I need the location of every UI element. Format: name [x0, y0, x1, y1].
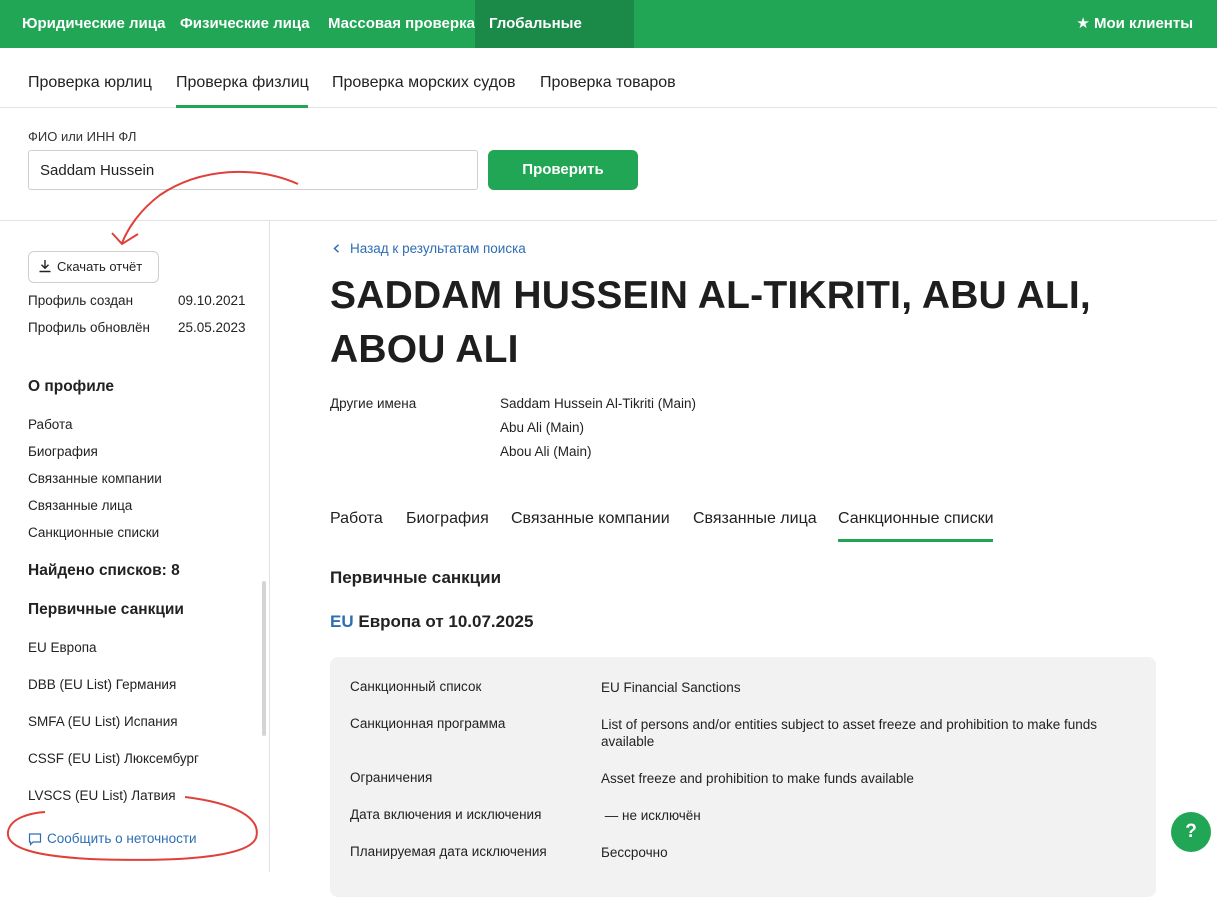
- detail-value: List of persons and/or entities subject …: [601, 717, 1098, 749]
- primary-sanctions-heading: Первичные санкции: [28, 601, 184, 618]
- tab-related-companies[interactable]: Связанные компании: [511, 510, 670, 528]
- sidebar-sanction-eu[interactable]: EU Европа: [28, 640, 97, 655]
- profile-created-value: 09.10.2021: [178, 293, 246, 308]
- back-to-results-link[interactable]: Назад к результатам поиска: [330, 241, 526, 256]
- sidebar-sanction-dbb[interactable]: DBB (EU List) Германия: [28, 677, 176, 692]
- other-name-item: Abu Ali (Main): [500, 420, 585, 435]
- subnav-vessel-check[interactable]: Проверка морских судов: [332, 74, 516, 92]
- detail-label: Санкционная программа: [350, 716, 506, 731]
- download-report-label: Скачать отчёт: [57, 259, 143, 274]
- other-name-item: Abou Ali (Main): [500, 444, 592, 459]
- download-report-button[interactable]: Скачать отчёт: [28, 251, 159, 283]
- profile-sidebar: Скачать отчёт Профиль создан 09.10.2021 …: [0, 221, 270, 872]
- list-code: EU: [330, 612, 354, 631]
- other-names-label: Другие имена: [330, 396, 417, 411]
- profile-updated-label: Профиль обновлён: [28, 320, 150, 335]
- comment-icon: [28, 833, 42, 846]
- sidebar-sanction-lvscs[interactable]: LVSCS (EU List) Латвия: [28, 788, 176, 803]
- sidebar-link-biography[interactable]: Биография: [28, 444, 98, 459]
- sanction-details-card: Санкционный список EU Financial Sanction…: [330, 657, 1156, 897]
- download-icon: [39, 260, 51, 273]
- my-clients-label: Мои клиенты: [1093, 15, 1193, 32]
- top-tab-legal-entities[interactable]: Юридические лица: [8, 0, 180, 48]
- subnav-goods-check[interactable]: Проверка товаров: [540, 74, 676, 92]
- profile-main-content: Назад к результатам поиска SADDAM HUSSEI…: [270, 221, 1217, 897]
- search-label: ФИО или ИНН ФЛ: [28, 129, 137, 144]
- top-navigation-bar: Юридические лица Физические лица Массова…: [0, 0, 1217, 80]
- found-lists-heading: Найдено списков: 8: [28, 562, 180, 579]
- person-name-title: SADDAM HUSSEIN AL-TIKRITI, ABU ALI, ABOU…: [330, 274, 1091, 371]
- tab-work[interactable]: Работа: [330, 510, 383, 528]
- search-form: ФИО или ИНН ФЛ Проверить: [0, 108, 1217, 221]
- check-type-navigation: Проверка юрлиц Проверка физлиц Проверка …: [0, 48, 1217, 108]
- detail-label: Санкционный список: [350, 679, 482, 694]
- active-tab-indicator: [838, 539, 993, 542]
- sidebar-scrollbar[interactable]: [262, 581, 266, 736]
- my-clients-link[interactable]: ★ Мои клиенты: [1076, 0, 1193, 48]
- top-tab-individuals[interactable]: Физические лица: [166, 0, 324, 48]
- report-inaccuracy-label: Сообщить о неточности: [47, 831, 197, 846]
- subnav-individual-check[interactable]: Проверка физлиц: [176, 74, 309, 92]
- tab-biography[interactable]: Биография: [406, 510, 489, 528]
- detail-value: Asset freeze and prohibition to make fun…: [601, 771, 914, 786]
- report-inaccuracy-link[interactable]: Сообщить о неточности: [28, 831, 197, 846]
- detail-value: Бессрочно: [601, 845, 668, 860]
- subnav-legal-check[interactable]: Проверка юрлиц: [28, 74, 152, 92]
- sidebar-sanction-cssf[interactable]: CSSF (EU List) Люксембург: [28, 751, 199, 766]
- list-title: Европа от 10.07.2025: [358, 612, 534, 631]
- detail-value: — не исключён: [601, 808, 701, 823]
- detail-value: EU Financial Sanctions: [601, 680, 741, 695]
- profile-created-label: Профиль создан: [28, 293, 134, 308]
- sidebar-sanction-smfa[interactable]: SMFA (EU List) Испания: [28, 714, 178, 729]
- detail-label: Планируемая дата исключения: [350, 844, 547, 859]
- help-button[interactable]: ?: [1171, 812, 1211, 852]
- star-icon: ★: [1076, 15, 1090, 32]
- about-profile-heading: О профиле: [28, 378, 115, 395]
- other-name-item: Saddam Hussein Al-Tikriti (Main): [500, 396, 697, 411]
- back-to-results-label: Назад к результатам поиска: [350, 241, 526, 256]
- sidebar-link-work[interactable]: Работа: [28, 417, 73, 432]
- top-tab-global-lists[interactable]: Глобальные списки: [475, 0, 634, 80]
- detail-label: Ограничения: [350, 770, 433, 785]
- search-input[interactable]: [28, 150, 478, 190]
- check-button[interactable]: Проверить: [488, 150, 638, 190]
- sanction-list-heading: EU Европа от 10.07.2025: [330, 612, 533, 632]
- sidebar-link-related-companies[interactable]: Связанные компании: [28, 471, 162, 486]
- detail-label: Дата включения и исключения: [350, 807, 542, 822]
- tab-sanction-lists[interactable]: Санкционные списки: [838, 510, 994, 528]
- sidebar-link-sanction-lists[interactable]: Санкционные списки: [28, 525, 159, 540]
- tab-related-persons[interactable]: Связанные лица: [693, 510, 817, 528]
- sidebar-link-related-persons[interactable]: Связанные лица: [28, 498, 132, 513]
- chevron-left-icon: [333, 244, 340, 253]
- profile-updated-value: 25.05.2023: [178, 320, 246, 335]
- primary-sanctions-title: Первичные санкции: [330, 568, 502, 587]
- top-tab-bulk-check[interactable]: Массовая проверка: [314, 0, 489, 48]
